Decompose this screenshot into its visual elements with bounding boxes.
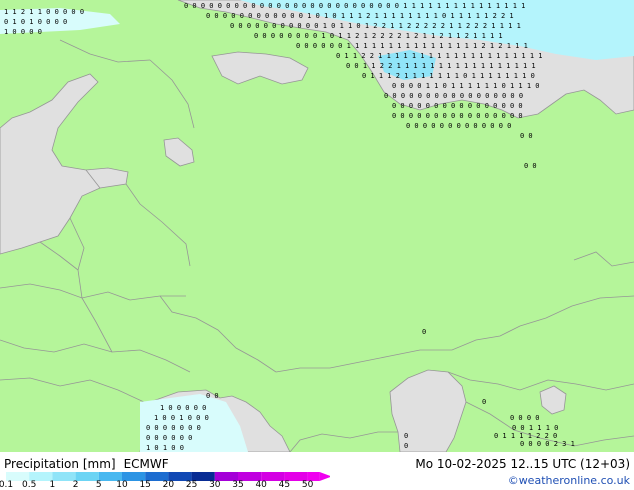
scale-arrow <box>319 472 330 481</box>
svg-text:0 0 0 0 0 0 0 0 0 0 0 0 0 0 0: 0 0 0 0 0 0 0 0 0 0 0 0 0 0 0 0 <box>392 112 523 120</box>
svg-text:0 0 0 0 0 0 0 0 0 0 0 0 0: 0 0 0 0 0 0 0 0 0 0 0 0 0 <box>406 122 511 130</box>
svg-text:0 0 0 0 2 3 1: 0 0 0 0 2 3 1 <box>520 440 575 448</box>
scale-tick: 45 <box>278 480 291 490</box>
model-name: ECMWF <box>123 457 169 471</box>
svg-text:0 0 0 0 0 0 0 0 0 0 0 0 0 0 0: 0 0 0 0 0 0 0 0 0 0 0 0 0 0 0 0 0 <box>384 92 523 100</box>
scale-tick: 35 <box>232 480 244 490</box>
svg-text:1 0 0 0 0: 1 0 0 0 0 <box>4 28 42 36</box>
svg-text:0: 0 <box>404 432 408 440</box>
credit-link[interactable]: ©weatheronline.co.uk <box>508 474 630 487</box>
svg-text:1 0 1 0 0: 1 0 1 0 0 <box>146 444 184 452</box>
svg-text:0 0 0 0 0 0 0 0 0 0 0 0 1 0 1: 0 0 0 0 0 0 0 0 0 0 0 0 1 0 1 0 1 1 1 2 … <box>206 12 514 20</box>
svg-text:0 0 0 0 0 0 0 0 0 0 0 1 0 1 1: 0 0 0 0 0 0 0 0 0 0 0 1 0 1 1 0 1 2 2 1 … <box>230 22 521 30</box>
scale-tick: 40 <box>255 480 267 490</box>
svg-text:0 1 1 1 1 2 2 0: 0 1 1 1 1 2 2 0 <box>494 432 557 440</box>
svg-text:0 0 1 1 2 2 1 1 1 1 1 1 1 1 1: 0 0 1 1 2 2 1 1 1 1 1 1 1 1 1 1 1 1 1 1 … <box>346 62 536 70</box>
svg-text:0 0 0 0 0 0: 0 0 0 0 0 0 <box>146 434 192 442</box>
svg-text:0: 0 <box>482 398 486 406</box>
scale-tick: 20 <box>162 480 175 490</box>
svg-text:0 0 0 0 0 0 0: 0 0 0 0 0 0 0 <box>146 424 201 432</box>
svg-text:0 0: 0 0 <box>520 132 533 140</box>
svg-text:0 0 1 1 1 0: 0 0 1 1 1 0 <box>512 424 558 432</box>
scale-tick: 25 <box>185 480 198 490</box>
precipitation-map: 1 1 2 1 1 0 0 0 0 0 0 1 0 1 0 0 0 0 1 0 … <box>0 0 634 452</box>
run-info: Mo 10-02-2025 12..15 UTC (12+03) <box>415 457 630 471</box>
scale-tick: 0.5 <box>22 480 37 490</box>
svg-text:0: 0 <box>404 442 408 450</box>
svg-text:0 0 0 0 0 0 0 0 0 0 0 0 0 0: 0 0 0 0 0 0 0 0 0 0 0 0 0 0 0 0 0 0 0 0 … <box>184 2 525 10</box>
svg-text:0 0 0 0 1 1 0 1 1 1 1 1 1 0 1: 0 0 0 0 1 1 0 1 1 1 1 1 1 0 1 1 1 0 <box>392 82 540 90</box>
legend-title: Precipitation [mm] ECMWF <box>4 457 169 471</box>
svg-text:0 0 0 0: 0 0 0 0 <box>510 414 540 422</box>
svg-text:0 0 0 0 0 0 0 0 0 0 0 0 0 0 0: 0 0 0 0 0 0 0 0 0 0 0 0 0 0 0 0 <box>392 102 523 110</box>
scale-tick: 2 <box>72 480 79 490</box>
svg-text:0 1 0 1 0 0 0 0: 0 1 0 1 0 0 0 0 <box>4 18 67 26</box>
svg-text:0 0: 0 0 <box>206 392 219 400</box>
svg-text:0 0: 0 0 <box>524 162 537 170</box>
svg-text:0: 0 <box>422 328 426 336</box>
scale-tick: 30 <box>209 480 221 490</box>
svg-text:1 0 0 1 0 0 0: 1 0 0 1 0 0 0 <box>154 414 209 422</box>
scale-tick: 1 <box>49 480 56 490</box>
svg-text:0 1 1 2 2 1 1 1 1 1 1 1 1 1 1: 0 1 1 2 2 1 1 1 1 1 1 1 1 1 1 1 1 1 1 1 … <box>336 52 543 60</box>
scale-tick: 15 <box>139 480 151 490</box>
svg-text:1 1 2 1 1 0 0 0 0 0: 1 1 2 1 1 0 0 0 0 0 <box>4 8 84 16</box>
svg-text:0 0 0 0 0 0 0 0 1 0 1 1 2 1 2: 0 0 0 0 0 0 0 0 1 0 1 1 2 1 2 2 2 2 1 2 … <box>254 32 503 40</box>
legend-bar: Precipitation [mm] ECMWF Mo 10-02-2025 12… <box>0 452 634 490</box>
legend-title-text: Precipitation [mm] <box>4 457 116 471</box>
scale-tick: 50 <box>301 480 314 490</box>
scale-tick: 10 <box>116 480 128 490</box>
svg-text:0 0 0 0 0 0 1 1 1 1 1 1 1 1 1: 0 0 0 0 0 0 1 1 1 1 1 1 1 1 1 1 1 1 1 1 … <box>296 42 528 50</box>
scale-tick-labels: 0.1 0.5 1 2 5 10 15 20 25 30 35 40 45 50 <box>0 481 330 490</box>
scale-tick: 0.1 <box>0 480 14 490</box>
scale-tick: 5 <box>95 480 102 490</box>
svg-text:0 1 1 1 2 1 1 1 1 1 1 1 0 1 1: 0 1 1 1 2 1 1 1 1 1 1 1 0 1 1 1 1 1 1 1 … <box>362 72 535 80</box>
svg-text:1 0 0 0 0 0: 1 0 0 0 0 0 <box>160 404 206 412</box>
